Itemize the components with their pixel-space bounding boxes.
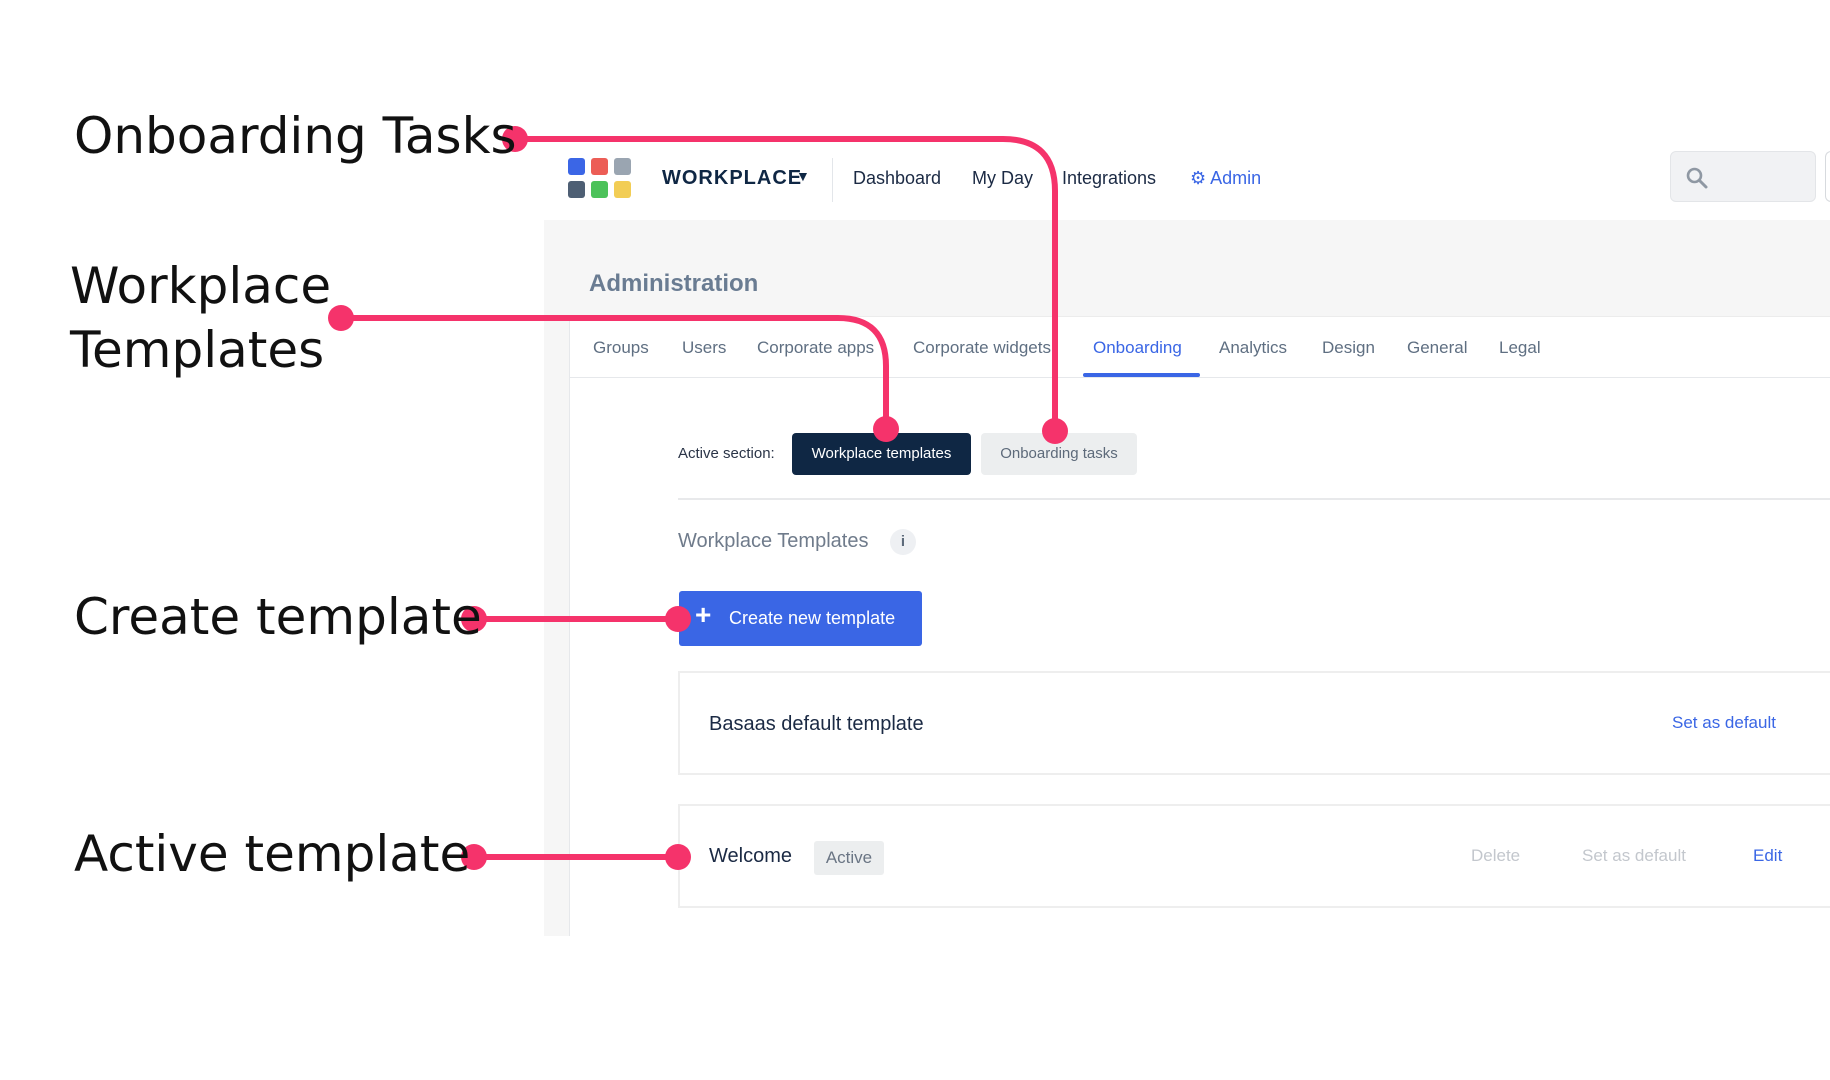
- edit-link[interactable]: Edit: [1753, 846, 1782, 866]
- onboarding-tasks-button[interactable]: Onboarding tasks: [981, 433, 1137, 475]
- info-icon[interactable]: i: [890, 529, 916, 555]
- create-template-label: Create new template: [729, 608, 896, 628]
- tab-corporate-apps[interactable]: Corporate apps: [757, 338, 874, 358]
- annotation-workplace-templates-line1: Workplace: [70, 257, 332, 315]
- template-name: Basaas default template: [709, 713, 924, 735]
- admin-tabs: Groups Users Corporate apps Corporate wi…: [569, 318, 1830, 378]
- section-title: Workplace Templates: [678, 530, 869, 552]
- status-badge: Active: [814, 841, 884, 875]
- section-divider: [678, 498, 1830, 500]
- search-icon: [1686, 167, 1708, 189]
- template-name: Welcome: [709, 845, 792, 867]
- create-template-button[interactable]: + Create new template: [679, 591, 922, 646]
- user-menu-edge[interactable]: [1825, 151, 1830, 202]
- chevron-down-icon[interactable]: ▼: [796, 168, 810, 184]
- logo-square: [614, 181, 631, 198]
- tab-corporate-widgets[interactable]: Corporate widgets: [913, 338, 1051, 358]
- tab-general[interactable]: General: [1407, 338, 1467, 358]
- workplace-logo[interactable]: [568, 158, 632, 202]
- logo-square: [568, 158, 585, 175]
- set-as-default-link[interactable]: Set as default: [1672, 713, 1776, 733]
- set-as-default-link[interactable]: Set as default: [1582, 846, 1686, 866]
- delete-link[interactable]: Delete: [1471, 846, 1520, 866]
- active-section-label: Active section:: [678, 445, 775, 462]
- tab-users[interactable]: Users: [682, 338, 726, 358]
- nav-admin[interactable]: ⚙ Admin: [1190, 168, 1261, 189]
- logo-square: [591, 158, 608, 175]
- nav-dashboard[interactable]: Dashboard: [853, 168, 941, 189]
- nav-my-day[interactable]: My Day: [972, 168, 1033, 189]
- nav-integrations[interactable]: Integrations: [1062, 168, 1156, 189]
- active-tab-indicator: [1083, 373, 1200, 377]
- tab-design[interactable]: Design: [1322, 338, 1375, 358]
- workplace-templates-button[interactable]: Workplace templates: [792, 433, 971, 475]
- nav-admin-label: Admin: [1210, 168, 1262, 188]
- logo-square: [568, 181, 585, 198]
- tab-groups[interactable]: Groups: [593, 338, 649, 358]
- search-input[interactable]: [1670, 151, 1816, 202]
- page-title: Administration: [589, 270, 759, 297]
- topbar-divider: [832, 158, 833, 202]
- gear-icon: ⚙: [1190, 168, 1207, 188]
- plus-icon: +: [695, 599, 712, 630]
- template-row: Basaas default template Set as default: [678, 671, 1830, 775]
- tab-legal[interactable]: Legal: [1499, 338, 1541, 358]
- annotation-active-template: Active template: [74, 825, 471, 883]
- logo-square: [614, 158, 631, 175]
- annotation-create-template: Create template: [74, 588, 482, 646]
- annotation-onboarding-tasks: Onboarding Tasks: [74, 107, 517, 165]
- workplace-switcher[interactable]: WORKPLACE: [662, 167, 802, 190]
- tab-onboarding[interactable]: Onboarding: [1093, 338, 1182, 358]
- tab-analytics[interactable]: Analytics: [1219, 338, 1287, 358]
- logo-square: [591, 181, 608, 198]
- annotation-workplace-templates-line2: Templates: [70, 321, 325, 379]
- template-row: Welcome Active Delete Set as default Edi…: [678, 804, 1830, 908]
